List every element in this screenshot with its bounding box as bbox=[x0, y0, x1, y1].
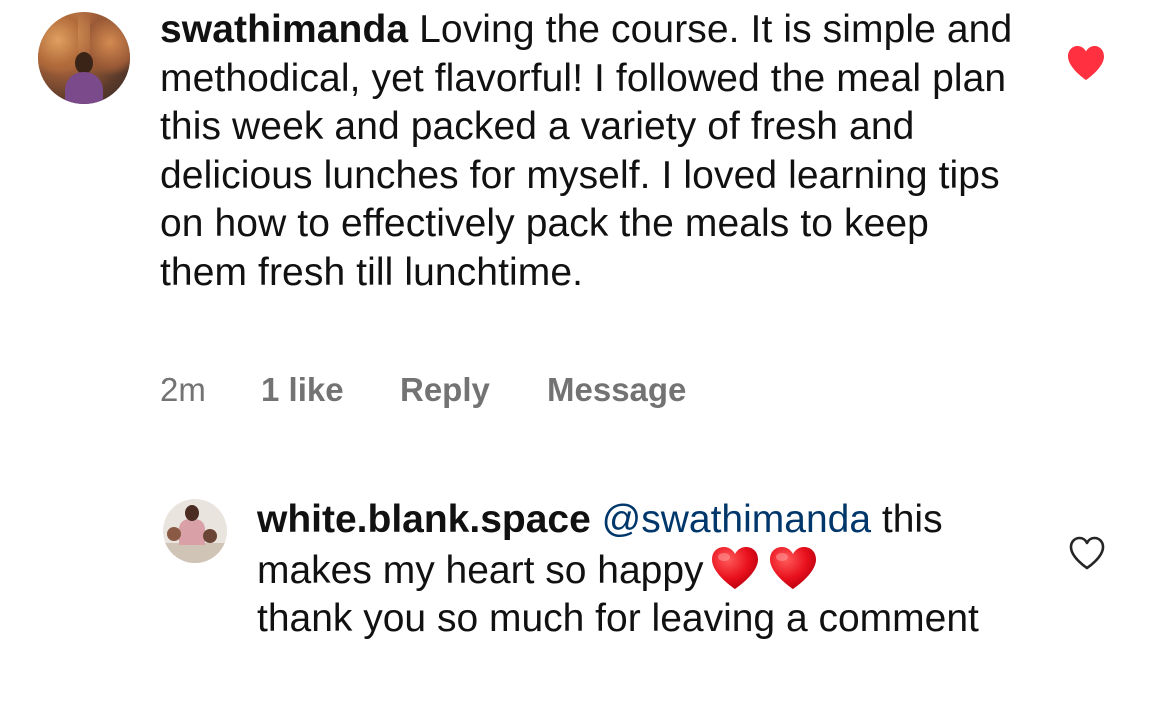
likes-count-button[interactable]: 1 like bbox=[261, 368, 344, 412]
reply-body: white.blank.space @swathimanda this make… bbox=[257, 496, 997, 644]
avatar-background bbox=[38, 12, 78, 82]
avatar-person bbox=[167, 527, 181, 541]
reply-avatar[interactable] bbox=[163, 499, 227, 563]
heart-filled-icon[interactable] bbox=[1066, 44, 1106, 82]
mention-link[interactable]: @swathimanda bbox=[602, 498, 871, 541]
avatar-person bbox=[75, 52, 93, 74]
avatar-background bbox=[163, 543, 227, 563]
heart-outline-icon[interactable] bbox=[1068, 535, 1106, 571]
comment-item: swathimanda Loving the course. It is sim… bbox=[0, 0, 1170, 430]
red-heart-emoji bbox=[711, 546, 758, 589]
avatar-person bbox=[185, 505, 199, 521]
avatar-person bbox=[203, 529, 217, 543]
avatar-person bbox=[179, 519, 205, 545]
message-button[interactable]: Message bbox=[547, 368, 686, 412]
avatar[interactable] bbox=[38, 12, 130, 104]
avatar-background bbox=[90, 16, 130, 82]
reply-text-part2: thank you so much for leaving a comment bbox=[257, 597, 979, 640]
avatar-person bbox=[65, 72, 103, 104]
comment-username[interactable]: swathimanda bbox=[160, 8, 408, 51]
comment-timestamp: 2m bbox=[160, 371, 206, 408]
comment-body: swathimanda Loving the course. It is sim… bbox=[160, 6, 1020, 297]
reply-username[interactable]: white.blank.space bbox=[257, 498, 591, 541]
red-heart-emoji bbox=[769, 546, 816, 589]
reply-button[interactable]: Reply bbox=[400, 368, 490, 412]
